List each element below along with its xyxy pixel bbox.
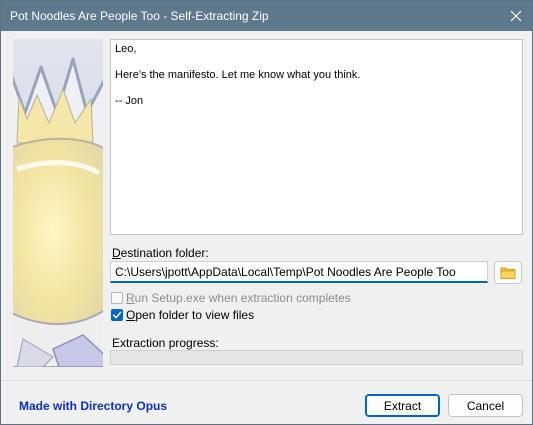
made-with-link[interactable]: Made with Directory Opus — [19, 399, 167, 413]
cancel-button[interactable]: Cancel — [448, 394, 523, 417]
window-title: Pot Noodles Are People Too - Self-Extrac… — [10, 9, 269, 23]
run-setup-checkbox[interactable] — [111, 292, 123, 304]
run-setup-label: Run Setup.exe when extraction completes — [126, 291, 351, 305]
destination-mnemonic: D — [112, 246, 121, 260]
open-folder-label-text: pen folder to view files — [135, 308, 255, 322]
open-folder-checkbox[interactable] — [111, 309, 123, 321]
title-bar[interactable]: Pot Noodles Are People Too - Self-Extrac… — [1, 1, 532, 31]
folder-icon — [500, 267, 516, 279]
destination-folder-input[interactable] — [110, 261, 488, 283]
run-setup-label-text: un Setup.exe when extraction completes — [134, 291, 351, 305]
open-folder-mnemonic: O — [126, 308, 136, 322]
destination-label: Destination folder: — [112, 246, 209, 260]
banner-image — [13, 39, 103, 367]
run-setup-mnemonic: R — [126, 291, 135, 305]
destination-label-text: estination folder: — [120, 246, 209, 260]
extraction-progress-bar — [110, 350, 523, 365]
browse-folder-button[interactable] — [494, 261, 522, 284]
extract-button[interactable]: Extract — [365, 394, 440, 417]
message-text: Leo, Here's the manifesto. Let me know w… — [110, 39, 523, 235]
open-folder-option[interactable]: Open folder to view files — [111, 308, 254, 322]
footer-divider — [1, 380, 532, 381]
close-button[interactable] — [500, 1, 532, 31]
checkmark-icon — [112, 311, 122, 319]
close-icon — [510, 10, 522, 22]
extraction-progress-label: Extraction progress: — [112, 336, 219, 350]
extract-dialog: Pot Noodles Are People Too - Self-Extrac… — [0, 0, 533, 425]
open-folder-label[interactable]: Open folder to view files — [126, 308, 254, 322]
run-setup-option: Run Setup.exe when extraction completes — [111, 291, 351, 305]
